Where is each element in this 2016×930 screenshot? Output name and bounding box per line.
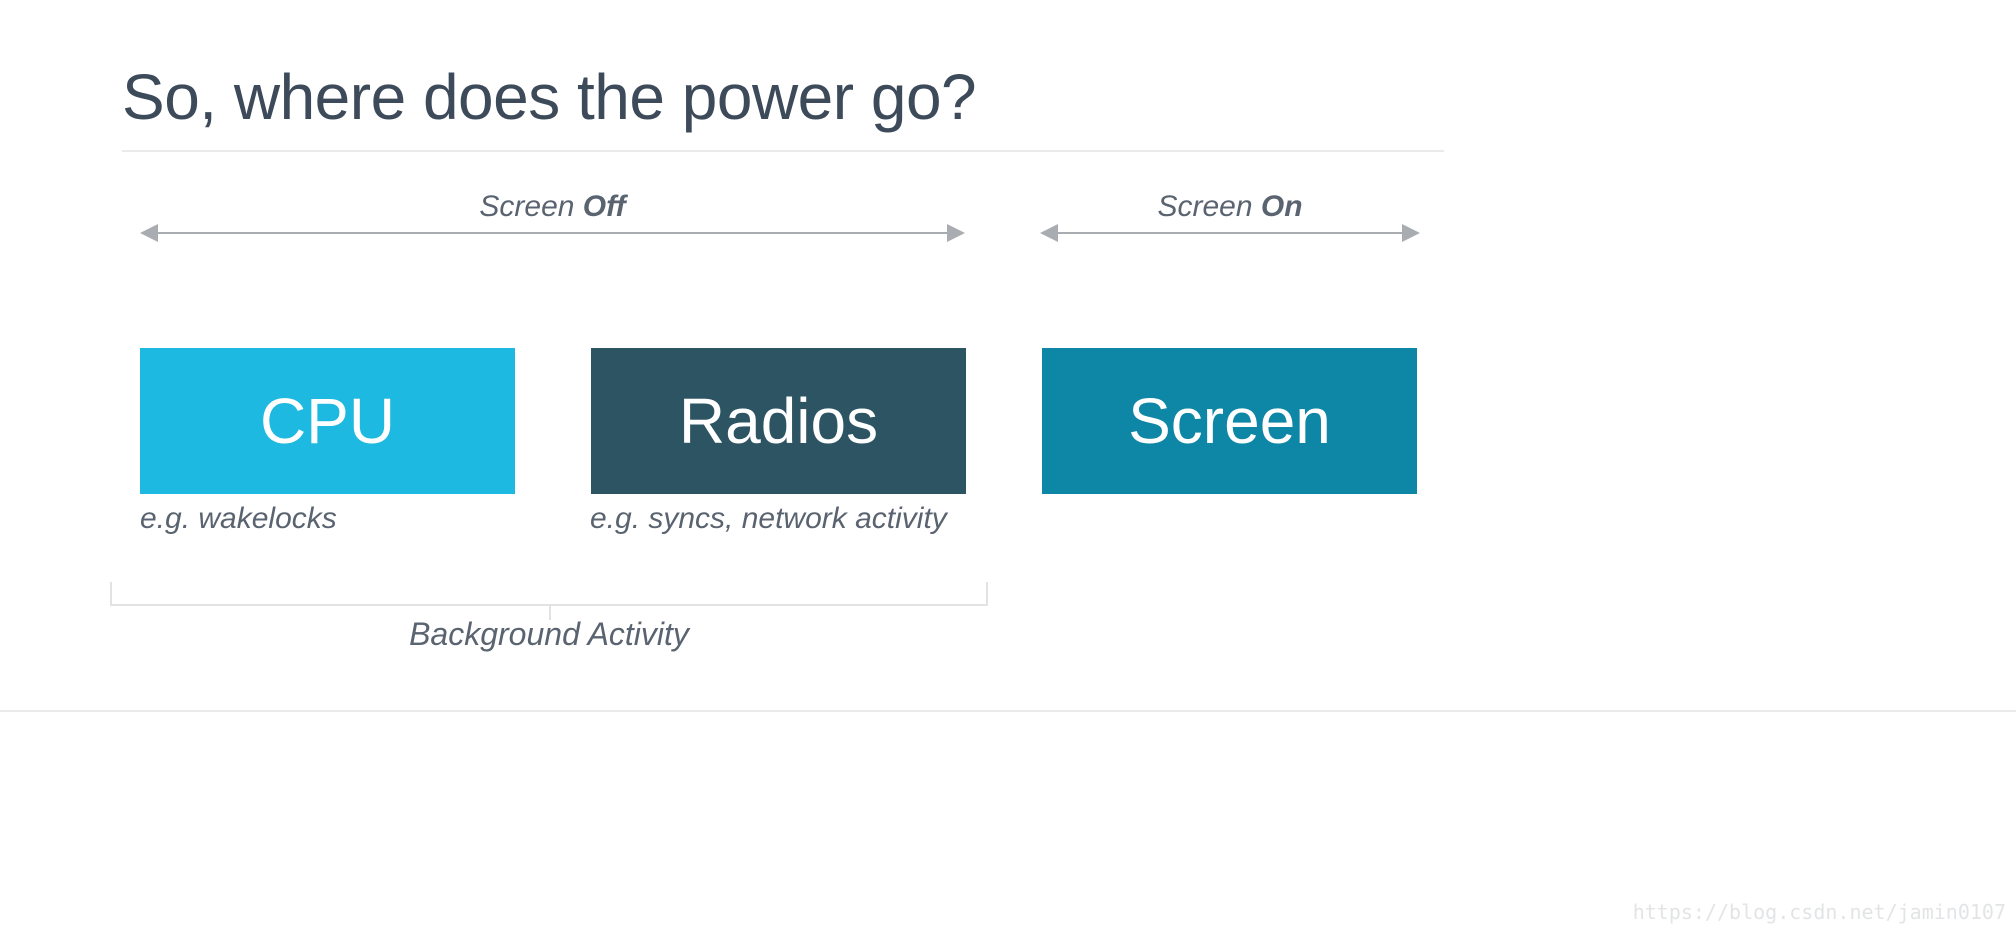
box-cpu: CPU [140, 348, 515, 494]
title-divider [122, 150, 1444, 152]
arrow-screen-on: Screen On [1040, 190, 1420, 234]
box-screen: Screen [1042, 348, 1417, 494]
caption-radios: e.g. syncs, network activity [590, 502, 947, 536]
arrow-off-label: Screen Off [140, 190, 965, 224]
bracket-icon [110, 566, 988, 606]
box-radios: Radios [591, 348, 966, 494]
box-row: CPU Radios Screen [140, 348, 1417, 494]
arrow-on-bold: On [1261, 190, 1303, 223]
bracket-label: Background Activity [110, 616, 988, 653]
arrow-screen-off: Screen Off [140, 190, 965, 234]
arrow-off-prefix: Screen [479, 190, 582, 223]
double-arrow-icon [154, 232, 951, 234]
caption-cpu: e.g. wakelocks [140, 502, 337, 536]
watermark-text: https://blog.csdn.net/jamin0107 [1633, 900, 2006, 924]
arrow-on-prefix: Screen [1157, 190, 1260, 223]
slide-title: So, where does the power go? [122, 60, 976, 134]
arrow-off-bold: Off [583, 190, 626, 223]
slide: So, where does the power go? Screen Off … [0, 0, 2016, 930]
double-arrow-icon [1054, 232, 1406, 234]
bottom-divider [0, 710, 2016, 712]
arrow-on-label: Screen On [1040, 190, 1420, 224]
